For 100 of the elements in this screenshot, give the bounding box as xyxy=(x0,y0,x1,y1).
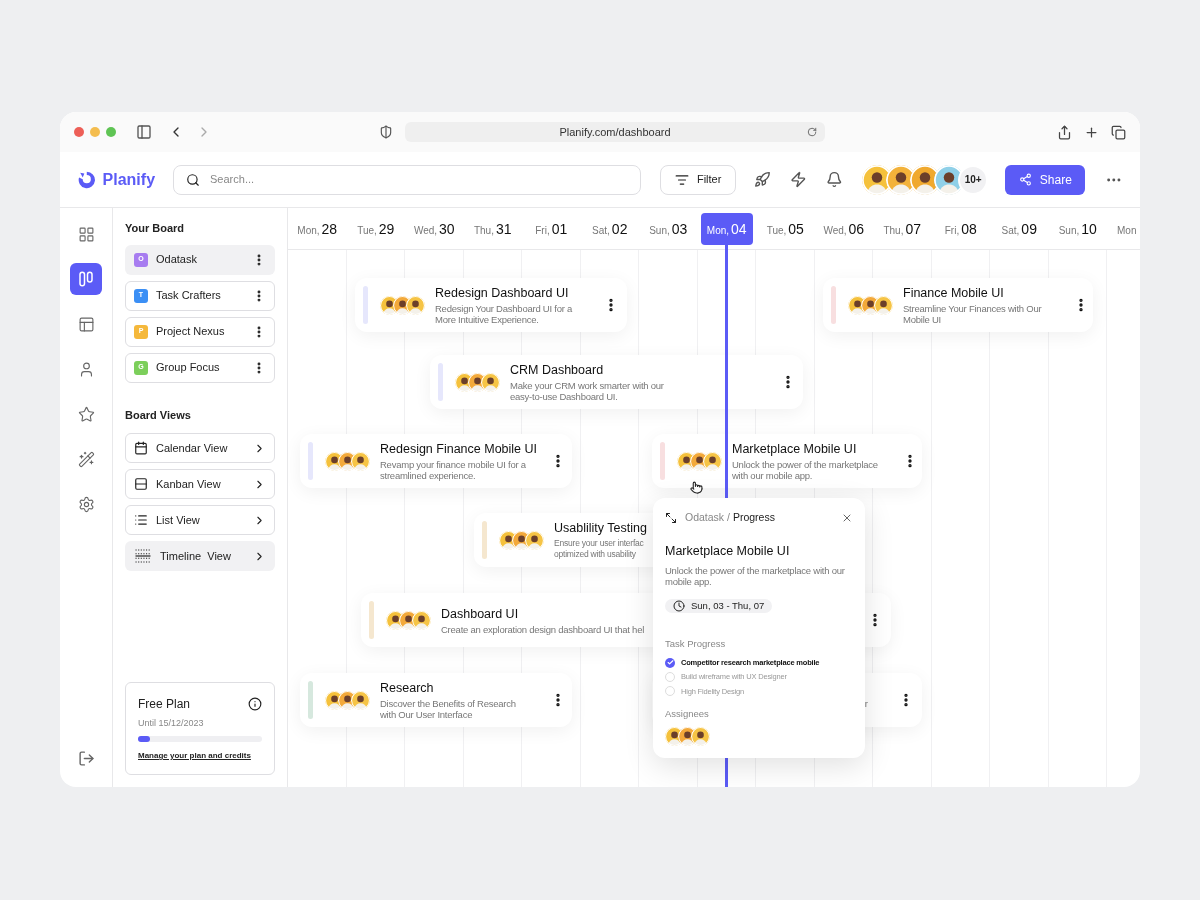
task-title: Redesign Finance Mobile UI xyxy=(380,441,539,457)
view-label: List View xyxy=(156,512,201,528)
task-card[interactable]: Finance Mobile UI Streamline Your Finances with Our Mobile UI xyxy=(823,278,1093,332)
day-header[interactable]: Sun,10 xyxy=(1052,212,1103,245)
share-icon xyxy=(1018,173,1032,186)
brand-name: Planify xyxy=(102,169,156,190)
day-header[interactable]: Thu,31 xyxy=(467,212,518,245)
board-view-item[interactable]: Calendar View xyxy=(125,433,275,463)
grid-icon xyxy=(77,225,95,243)
view-label: Calendar View xyxy=(156,440,229,456)
new-tab-icon[interactable] xyxy=(1084,124,1099,140)
task-card[interactable]: Redesign Dashboard UI Redesign Your Dashboard UI for a More Intuitive Experience. xyxy=(355,278,627,332)
filter-button[interactable]: Filter xyxy=(660,164,737,195)
expand-icon[interactable] xyxy=(665,511,677,524)
calendar-icon xyxy=(134,441,148,455)
board-nav-button[interactable] xyxy=(70,263,102,295)
share-icon[interactable] xyxy=(1057,124,1072,140)
board-name: Group Focus xyxy=(156,360,221,376)
more-members-count[interactable]: 10+ xyxy=(958,164,989,195)
task-description: Revamp your finance mobile UI for a streamlined experience. xyxy=(380,459,526,481)
board-name: Task Crafters xyxy=(156,288,222,304)
avatar xyxy=(406,295,425,315)
task-title: Marketplace Mobile UI xyxy=(732,441,858,457)
day-header[interactable]: Sat,09 xyxy=(995,212,1043,245)
task-description: Make your CRM work smarter with our easy-to-use Dashboard UI. xyxy=(510,380,664,402)
popover-title: Marketplace Mobile UI xyxy=(665,542,791,560)
day-header[interactable]: Sun,03 xyxy=(643,212,694,245)
step-checkbox[interactable] xyxy=(665,657,675,668)
day-header[interactable]: Fri,08 xyxy=(938,212,983,245)
task-description: Create an exploration design dashboard UI that hel xyxy=(441,623,645,635)
view-label: Timeline View xyxy=(160,548,232,564)
lightning-icon[interactable] xyxy=(789,171,807,188)
search-icon xyxy=(186,172,201,187)
day-header[interactable]: Wed,30 xyxy=(407,212,461,245)
board-name: Project Nexus xyxy=(156,324,226,340)
rocket-icon[interactable] xyxy=(754,171,771,188)
plan-expiry: Until 15/12/2023 xyxy=(138,716,205,730)
reload-icon[interactable] xyxy=(807,127,817,137)
task-description: Ensure your user interfac optimized with usability xyxy=(554,538,644,560)
search-field[interactable]: Search... xyxy=(173,164,642,195)
day-header[interactable]: Fri,01 xyxy=(529,212,574,245)
hand-pointer-icon xyxy=(690,481,703,494)
day-header[interactable]: Mon,04 xyxy=(700,212,753,245)
breadcrumb: Odatask / Progress xyxy=(685,510,775,525)
day-header[interactable]: Tue,05 xyxy=(760,212,810,245)
task-description: Discover the Benefits of Research with Our User Interface xyxy=(380,698,516,720)
popover-description: Unlock the power of the marketplace with our mobile app. xyxy=(665,564,846,587)
task-card[interactable]: CRM Dashboard Make your CRM work smarter with our easy-to-use Dashboard UI. xyxy=(430,355,803,409)
filter-icon xyxy=(674,172,689,187)
section-title: Board Views xyxy=(125,407,192,423)
shield-icon[interactable] xyxy=(379,125,393,139)
task-title: CRM Dashboard xyxy=(510,362,605,378)
day-header[interactable]: Mon xyxy=(1111,212,1140,245)
share-button[interactable]: Share xyxy=(1005,164,1086,195)
bell-icon[interactable] xyxy=(825,171,843,188)
url-text: Planify.com/dashboard xyxy=(559,124,671,140)
board-view-item[interactable]: Timeline View xyxy=(125,541,275,571)
sidebar-toggle-icon[interactable] xyxy=(136,124,152,140)
avatar xyxy=(351,690,370,710)
board-view-item[interactable]: Kanban View xyxy=(125,469,275,499)
day-header[interactable]: Thu,07 xyxy=(877,212,928,245)
tabs-icon[interactable] xyxy=(1111,124,1126,140)
plan-title: Free Plan xyxy=(138,695,191,713)
board-view-item[interactable]: List View xyxy=(125,505,275,535)
address-bar[interactable]: Planify.com/dashboard xyxy=(405,122,825,142)
task-title: Research xyxy=(380,680,435,696)
table-icon xyxy=(77,315,95,333)
logout-icon[interactable] xyxy=(77,750,95,767)
task-title: Finance Mobile UI xyxy=(903,285,1005,301)
task-description: Unlock the power of the marketplace with our mobile app. xyxy=(732,459,878,481)
rows-icon xyxy=(134,477,148,491)
task-title: Redesign Dashboard UI xyxy=(435,285,570,301)
list-icon xyxy=(134,513,148,527)
search-input[interactable]: Search... xyxy=(210,171,629,188)
board-name: Odatask xyxy=(156,252,198,268)
task-title: Dashboard UI xyxy=(441,605,520,622)
avatar xyxy=(351,451,370,471)
info-icon[interactable] xyxy=(248,696,262,711)
magic-wand-icon xyxy=(77,450,95,468)
view-label: Kanban View xyxy=(156,476,222,492)
date-range-text: Sun, 03 - Thu, 07 xyxy=(691,598,765,613)
task-description: Streamline Your Finances with Our Mobile UI xyxy=(903,303,1042,325)
section-label: Assignees xyxy=(665,706,710,721)
manage-plan-link[interactable]: Manage your plan and credits xyxy=(138,750,262,762)
task-title: Usablility Testing xyxy=(554,520,648,536)
clock-icon xyxy=(673,599,685,612)
check-icon xyxy=(666,659,674,667)
day-header[interactable]: Tue,29 xyxy=(351,212,401,245)
day-header[interactable]: Wed,06 xyxy=(817,212,871,245)
task-card[interactable]: Redesign Finance Mobile UI Revamp your finance mobile UI for a streamlined experience. xyxy=(300,434,572,488)
day-header[interactable]: Mon,28 xyxy=(291,212,344,245)
task-card[interactable]: Research Discover the Benefits of Research with Our User Interface xyxy=(300,673,572,727)
avatar xyxy=(412,610,431,630)
task-description: r xyxy=(864,696,868,711)
task-card[interactable]: Marketplace Mobile UI Unlock the power of the marketplace with our mobile app. xyxy=(652,434,922,488)
board-icon xyxy=(77,270,95,288)
avatar xyxy=(703,451,722,471)
avatar xyxy=(874,295,893,315)
day-header[interactable]: Sat,02 xyxy=(586,212,634,245)
timeline-icon xyxy=(134,547,152,565)
